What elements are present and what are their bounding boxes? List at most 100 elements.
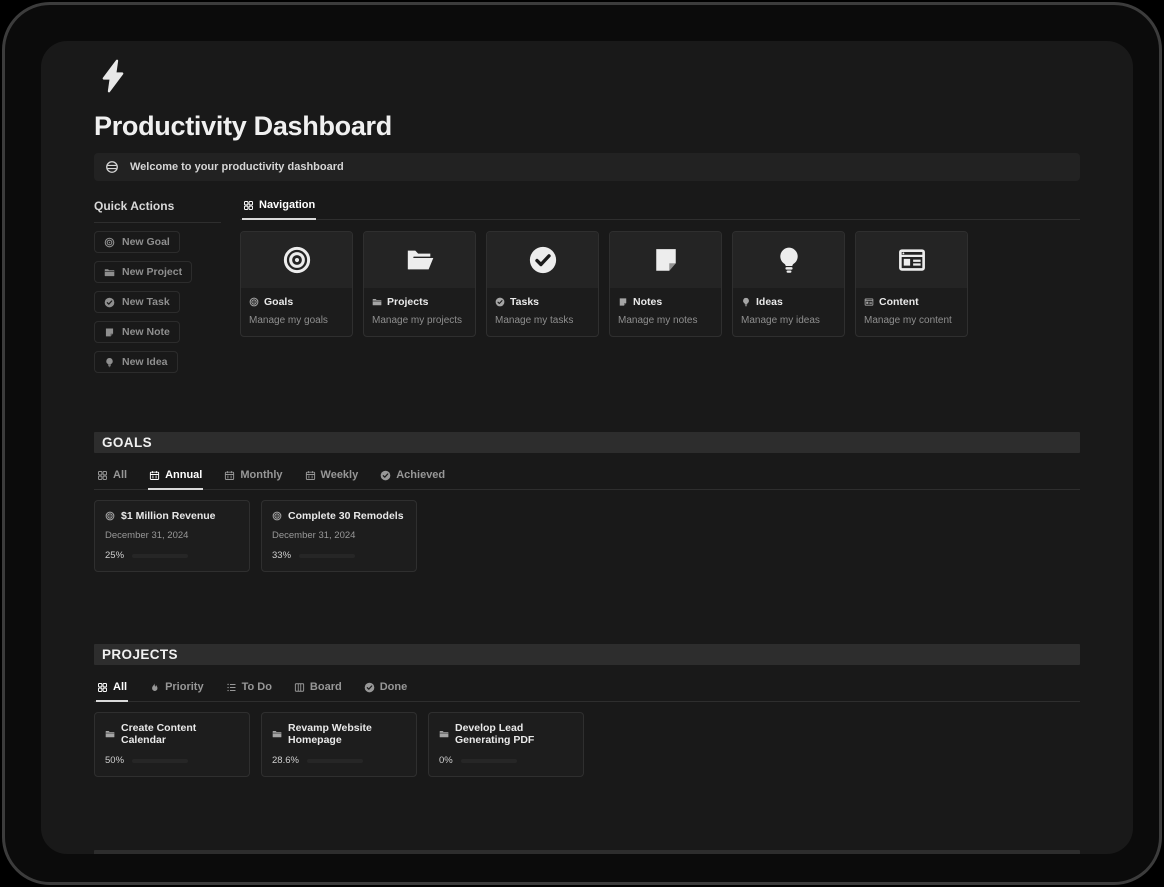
- grid-icon: [97, 682, 108, 693]
- nav-card-projects-subtitle: Manage my projects: [372, 315, 467, 326]
- goals-tab-monthly-label: Monthly: [240, 469, 282, 481]
- projects-tab-board-label: Board: [310, 681, 342, 693]
- projects-tabbar: All Priority To Do Board Done: [94, 678, 1080, 702]
- bulb-icon: [774, 245, 804, 275]
- progress-bar: [307, 759, 363, 763]
- bulb-icon: [741, 297, 751, 307]
- goal-card-30-remodels[interactable]: Complete 30 Remodels December 31, 2024 3…: [261, 500, 417, 572]
- goal-cards: $1 Million Revenue December 31, 2024 25%…: [94, 500, 1080, 572]
- projects-tab-all[interactable]: All: [96, 678, 128, 701]
- nav-card-projects[interactable]: Projects Manage my projects: [363, 231, 476, 337]
- target-icon: [282, 245, 312, 275]
- nav-card-ideas-title: Ideas: [756, 296, 783, 308]
- nav-card-goals-title: Goals: [264, 296, 293, 308]
- lightning-bolt-icon: [95, 58, 131, 94]
- progress-bar: [461, 759, 517, 763]
- project-progress: 0%: [439, 755, 573, 766]
- goals-cover: [241, 232, 352, 288]
- quick-actions-title: Quick Actions: [94, 196, 221, 223]
- folder-open-icon: [405, 245, 435, 275]
- nav-card-content-title: Content: [879, 296, 919, 308]
- nav-card-tasks-subtitle: Manage my tasks: [495, 315, 590, 326]
- list-icon: [226, 682, 237, 693]
- layout-icon: [897, 245, 927, 275]
- nav-card-tasks[interactable]: Tasks Manage my tasks: [486, 231, 599, 337]
- project-progress-label: 50%: [105, 755, 124, 766]
- quick-actions-panel: Quick Actions New Goal New Project New T…: [94, 196, 240, 373]
- goals-tab-all-label: All: [113, 469, 127, 481]
- goals-tabbar: All Annual Monthly Weekly Achieved: [94, 466, 1080, 490]
- nav-card-content[interactable]: Content Manage my content: [855, 231, 968, 337]
- breathe-icon: [105, 160, 119, 174]
- new-project-label: New Project: [122, 266, 182, 278]
- target-icon: [105, 511, 115, 521]
- new-goal-button[interactable]: New Goal: [94, 231, 180, 253]
- ideas-cover: [733, 232, 844, 288]
- projects-tab-priority[interactable]: Priority: [148, 678, 205, 701]
- folder-icon: [372, 297, 382, 307]
- projects-section: PROJECTS All Priority To Do Board Done C…: [94, 644, 1080, 777]
- nav-card-goals-subtitle: Manage my goals: [249, 315, 344, 326]
- projects-tab-priority-label: Priority: [165, 681, 204, 693]
- nav-card-projects-title: Projects: [387, 296, 428, 308]
- goals-heading: GOALS: [94, 432, 1080, 453]
- grid-icon: [97, 470, 108, 481]
- bulb-icon: [104, 357, 115, 368]
- calendar-icon: [149, 470, 160, 481]
- goals-tab-weekly[interactable]: Weekly: [304, 466, 360, 489]
- new-project-button[interactable]: New Project: [94, 261, 192, 283]
- project-title: Revamp Website Homepage: [288, 722, 406, 746]
- nav-card-notes[interactable]: Notes Manage my notes: [609, 231, 722, 337]
- new-idea-button[interactable]: New Idea: [94, 351, 178, 373]
- goals-section: GOALS All Annual Monthly Weekly Achieved…: [94, 432, 1080, 572]
- note-icon: [651, 245, 681, 275]
- tasks-heading: TASKS: [94, 850, 1080, 854]
- nav-card-notes-subtitle: Manage my notes: [618, 315, 713, 326]
- goals-tab-monthly[interactable]: Monthly: [223, 466, 283, 489]
- nav-card-content-subtitle: Manage my content: [864, 315, 959, 326]
- goal-card-1m-revenue[interactable]: $1 Million Revenue December 31, 2024 25%: [94, 500, 250, 572]
- goal-title: $1 Million Revenue: [121, 510, 216, 522]
- goal-date: December 31, 2024: [272, 530, 406, 541]
- notes-cover: [610, 232, 721, 288]
- layout-icon: [864, 297, 874, 307]
- projects-tab-board[interactable]: Board: [293, 678, 343, 701]
- projects-tab-todo[interactable]: To Do: [225, 678, 273, 701]
- flame-icon: [149, 682, 160, 693]
- welcome-callout: Welcome to your productivity dashboard: [94, 153, 1080, 181]
- target-icon: [272, 511, 282, 521]
- goals-tab-annual[interactable]: Annual: [148, 466, 203, 489]
- folder-icon: [272, 729, 282, 739]
- goals-tab-all[interactable]: All: [96, 466, 128, 489]
- device-frame: Productivity Dashboard Welcome to your p…: [2, 2, 1162, 885]
- projects-tab-done[interactable]: Done: [363, 678, 409, 701]
- goal-date: December 31, 2024: [105, 530, 239, 541]
- progress-bar: [132, 759, 188, 763]
- navigation-panel: Navigation Goals Manage my goals: [240, 196, 1080, 373]
- project-card-website-homepage[interactable]: Revamp Website Homepage 28.6%: [261, 712, 417, 777]
- tab-navigation-label: Navigation: [259, 199, 315, 211]
- project-progress: 28.6%: [272, 755, 406, 766]
- goal-progress-label: 33%: [272, 550, 291, 561]
- project-card-content-calendar[interactable]: Create Content Calendar 50%: [94, 712, 250, 777]
- goal-progress-label: 25%: [105, 550, 124, 561]
- progress-bar: [299, 554, 355, 558]
- nav-card-goals[interactable]: Goals Manage my goals: [240, 231, 353, 337]
- new-task-button[interactable]: New Task: [94, 291, 180, 313]
- new-goal-label: New Goal: [122, 236, 170, 248]
- projects-tab-done-label: Done: [380, 681, 408, 693]
- goals-tab-achieved[interactable]: Achieved: [379, 466, 446, 489]
- goals-tab-achieved-label: Achieved: [396, 469, 445, 481]
- tab-navigation[interactable]: Navigation: [242, 196, 316, 219]
- calendar-icon: [305, 470, 316, 481]
- new-note-button[interactable]: New Note: [94, 321, 180, 343]
- check-circle-icon: [104, 297, 115, 308]
- check-circle-icon: [495, 297, 505, 307]
- projects-heading: PROJECTS: [94, 644, 1080, 665]
- project-progress: 50%: [105, 755, 239, 766]
- callout-text: Welcome to your productivity dashboard: [130, 161, 344, 173]
- folder-icon: [105, 729, 115, 739]
- project-card-lead-pdf[interactable]: Develop Lead Generating PDF 0%: [428, 712, 584, 777]
- new-idea-label: New Idea: [122, 356, 168, 368]
- nav-card-ideas[interactable]: Ideas Manage my ideas: [732, 231, 845, 337]
